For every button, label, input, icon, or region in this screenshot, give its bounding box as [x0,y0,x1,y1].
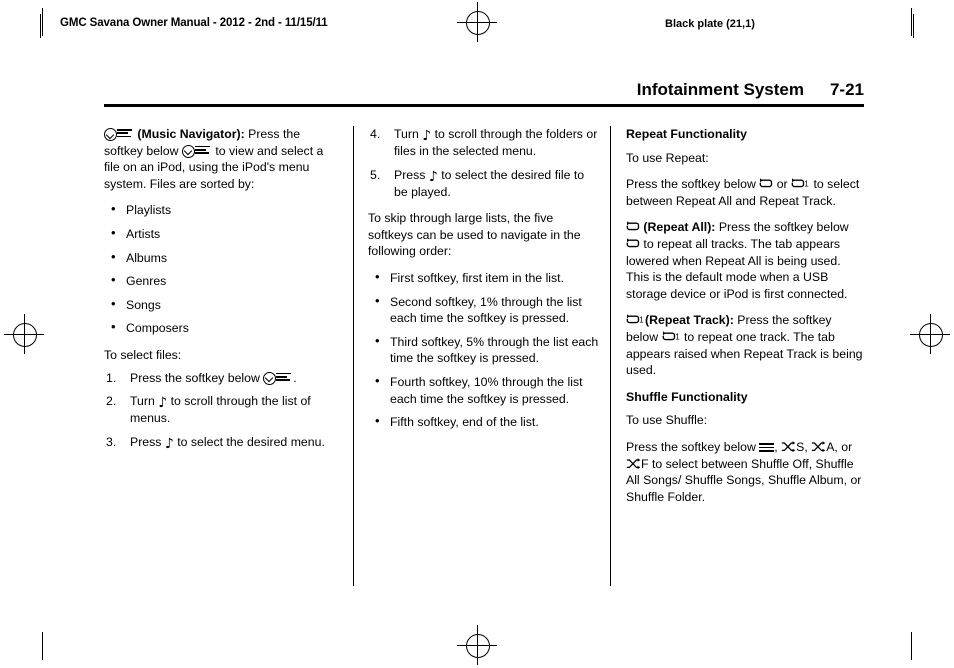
skip-intro-paragraph: To skip through large lists, the five so… [368,211,581,259]
column-1: (Music Navigator): Press the softkey bel… [104,126,336,461]
list-item: Fifth softkey, end of the list. [368,413,600,431]
black-plate-label: Black plate (21,1) [665,18,755,30]
registration-mark-left-cross-v [23,314,25,354]
shuffle-intro: To use Shuffle: [626,413,708,428]
music-navigator-icon [181,144,212,158]
crop-mark-bottom-left [42,632,43,660]
list-item: Playlists [104,201,336,219]
list-item: Songs [104,296,336,314]
shuffle-icon [811,441,826,453]
shuffle-or: , or [834,439,853,454]
column-2: Turn ♪ to scroll through the folders or … [368,126,600,441]
shuffle-icon [781,441,796,453]
list-item: Composers [104,319,336,337]
repeat-all-icon [626,220,640,233]
step-3-text-pre: Press [130,434,162,449]
repeat-press-text-1: Press the softkey below [626,177,756,192]
list-item: Albums [104,249,336,267]
musical-note-icon: ♪ [428,168,438,185]
musical-note-icon: ♪ [164,435,174,452]
list-item: Fourth softkey, 10% through the list eac… [368,373,600,407]
list-item: Genres [104,272,336,290]
registration-mark-bottom [466,634,490,658]
registration-mark-right-cross-v [929,314,931,354]
page-header: GMC Savana Owner Manual - 2012 - 2nd - 1… [40,14,914,38]
registration-mark-left [13,323,37,347]
repeat-press-or: or [776,177,788,192]
page-body: (Music Navigator): Press the softkey bel… [104,126,864,586]
select-files-steps-continued: Turn ♪ to scroll through the folders or … [368,126,600,200]
crop-mark-bottom-right [911,632,912,660]
step-3-text-post: to select the desired menu. [177,434,325,449]
shuffle-sep-1: , [774,439,778,454]
repeat-all-icon [759,177,773,190]
shuffle-sep-2: , [804,439,808,454]
shuffle-press-text-2: to select between Shuffle Off, Shuffle A… [626,456,862,504]
list-item: First softkey, first item in the list. [368,269,600,287]
column-divider-2 [610,126,611,586]
running-head: Infotainment System 7-21 [104,80,864,100]
repeat-track-paragraph: 1 (Repeat Track): Press the softkey belo… [626,312,864,378]
shuffle-icon [626,457,641,470]
svg-text:1: 1 [804,180,809,189]
step-2-text-pre: Turn [130,394,155,409]
shuffle-off-icon [759,441,775,452]
list-item: Turn ♪ to scroll through the list of men… [104,393,336,427]
list-item: Third softkey, 5% through the list each … [368,333,600,367]
shuffle-press-paragraph: Press the softkey below , S, A, or F to … [626,439,864,505]
svg-text:1: 1 [675,333,680,342]
step-5-text-pre: Press [394,167,426,182]
repeat-all-paragraph: (Repeat All): Press the softkey below to… [626,219,864,302]
column-3: Repeat Functionality To use Repeat: Pres… [626,126,864,515]
softkey-order-list: First softkey, first item in the list. S… [368,269,600,431]
repeat-press-paragraph: Press the softkey below or 1 to select b… [626,176,864,209]
step-1-text-pre: Press the softkey below [130,370,260,385]
shuffle-label-f: F [641,456,649,471]
repeat-intro: To use Repeat: [626,150,709,165]
section-title: Infotainment System [636,80,804,99]
list-item: Second softkey, 1% through the list each… [368,293,600,327]
step-4-text-pre: Turn [394,127,419,141]
musical-note-icon: ♪ [158,395,168,412]
repeat-all-icon [626,237,640,250]
shuffle-press-text-1: Press the softkey below [626,439,756,454]
list-item: Press ♪ to select the desired file to be… [368,167,600,201]
select-files-intro: To select files: [104,347,182,362]
list-item: Press the softkey below . [104,370,336,387]
step-1-text-post: . [293,370,297,385]
music-navigator-paragraph: (Music Navigator): Press the softkey bel… [104,126,336,192]
header-rule-left [40,14,41,38]
registration-mark-bottom-cross-v [476,625,478,665]
shuffle-functionality-heading: Shuffle Functionality [626,389,748,404]
list-item: Artists [104,225,336,243]
registration-mark-right [919,323,943,347]
column-divider-1 [353,126,354,586]
repeat-track-icon: 1 [626,313,645,326]
manual-title: GMC Savana Owner Manual - 2012 - 2nd - 1… [60,17,328,29]
repeat-functionality-heading: Repeat Functionality [626,127,747,141]
repeat-track-icon: 1 [662,330,681,343]
list-item: Press ♪ to select the desired menu. [104,434,336,451]
header-divider-rule [104,104,864,107]
page-number: 7-21 [829,80,864,99]
sort-order-list: Playlists Artists Albums Genres Songs Co… [104,201,336,337]
repeat-all-text-1: Press the softkey below [718,220,849,235]
header-rule-right [913,14,914,38]
repeat-track-icon: 1 [791,177,810,190]
list-item: Turn ♪ to scroll through the folders or … [368,126,600,160]
music-navigator-label: (Music Navigator): [137,127,245,141]
music-navigator-icon [104,127,134,141]
music-navigator-icon [263,371,293,385]
svg-text:1: 1 [639,316,644,325]
musical-note-icon: ♪ [422,128,432,144]
repeat-all-label: (Repeat All): [643,220,716,235]
select-files-steps: Press the softkey below . Turn ♪ to scro… [104,370,336,451]
repeat-track-label: (Repeat Track): [645,313,734,328]
repeat-all-text-2: to repeat all tracks. The tab appears lo… [626,236,848,301]
